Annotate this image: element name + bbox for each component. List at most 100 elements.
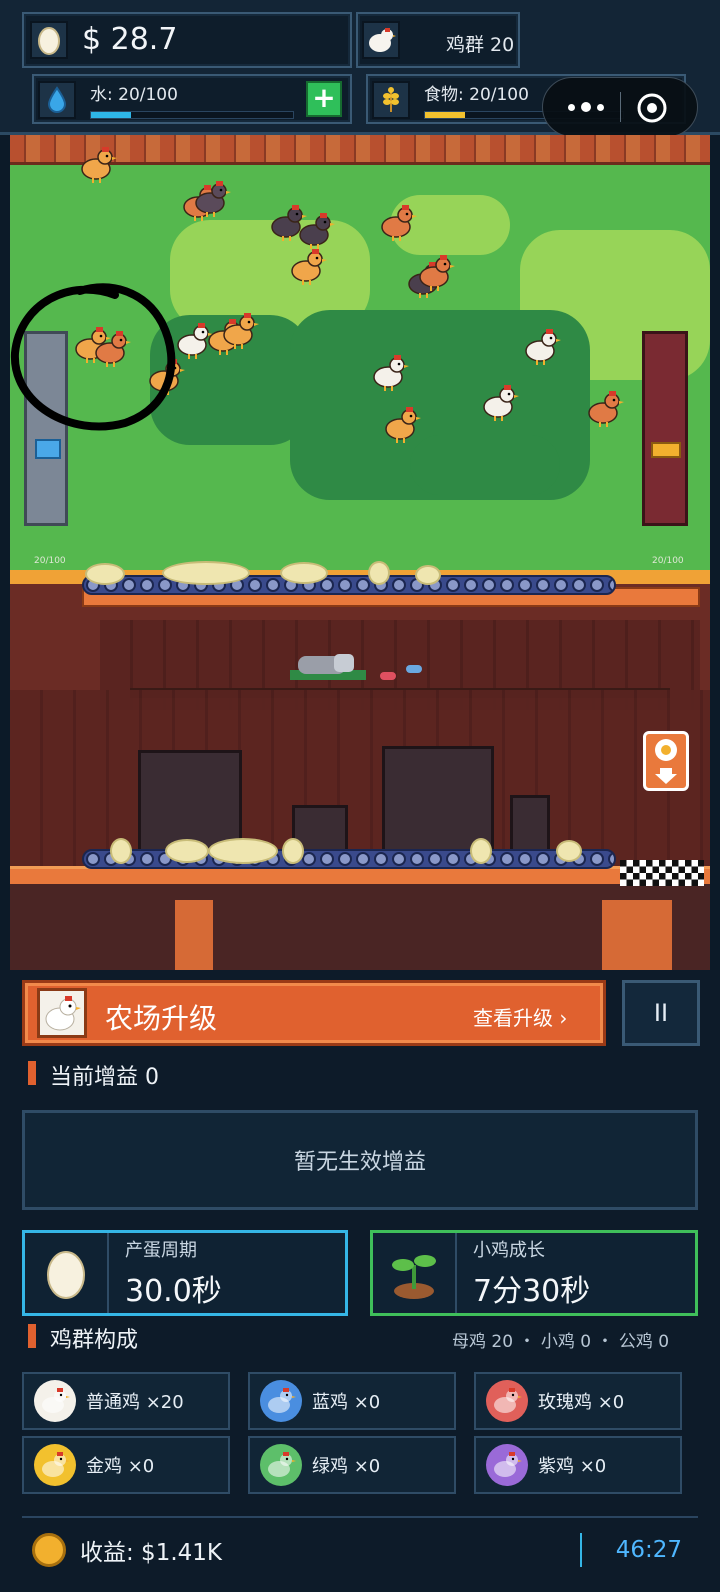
egg-collect-button[interactable]: [643, 731, 689, 791]
breed-card[interactable]: 普通鸡 ×20: [22, 1372, 230, 1430]
belt-roller: [500, 852, 514, 866]
egg-pile: [162, 561, 250, 585]
belt-roller: [320, 852, 334, 866]
belt-roller: [356, 852, 370, 866]
capsule-divider: [620, 92, 621, 122]
water-drop-icon: [38, 81, 76, 119]
belt-roller: [122, 578, 136, 592]
breed-chicken-icon: [486, 1444, 528, 1486]
add-water-button[interactable]: +: [306, 81, 342, 117]
water-tank-text: 20/100: [34, 556, 66, 566]
upgrade-chicken-icon: [37, 988, 87, 1038]
farm-scene[interactable]: 20/100 20/100: [10, 135, 710, 970]
belt-roller: [572, 578, 586, 592]
session-timer: 46:27: [615, 1537, 682, 1563]
food-label: 食物: 20/100: [424, 85, 529, 105]
belt-roller: [266, 578, 280, 592]
belt-roller: [140, 578, 154, 592]
chick-growth-value: 7分30秒: [473, 1274, 591, 1309]
finish-flag: [620, 860, 704, 886]
egg-cycle-card: 产蛋周期 30.0秒: [22, 1230, 348, 1316]
gold-coin-icon: [32, 1533, 66, 1567]
egg-cycle-label: 产蛋周期: [125, 1240, 197, 1261]
belt-roller: [140, 852, 154, 866]
belt-roller: [500, 578, 514, 592]
farm-upgrade-title: 农场升级: [105, 1002, 218, 1035]
chicken-sprite[interactable]: [220, 311, 260, 349]
water-bar-fill: [91, 112, 132, 118]
food-bar-fill: [425, 112, 465, 118]
chicken-sprite[interactable]: [585, 389, 625, 427]
belt-roller: [536, 578, 550, 592]
egg-pile: [415, 565, 441, 585]
income-footer: 收益: $1.41K 46:27: [22, 1516, 698, 1582]
chicken-sprite[interactable]: [288, 247, 328, 285]
section-marker: [28, 1061, 36, 1085]
breed-label: 普通鸡 ×20: [86, 1392, 184, 1413]
breed-card[interactable]: 绿鸡 ×0: [248, 1436, 456, 1494]
chicken-icon: [362, 21, 400, 59]
chicken-sprite[interactable]: [370, 353, 410, 391]
breed-card[interactable]: 紫鸡 ×0: [474, 1436, 682, 1494]
belt-roller: [338, 852, 352, 866]
view-upgrade-link[interactable]: 查看升级 ›: [473, 1002, 567, 1031]
breed-label: 玫瑰鸡 ×0: [538, 1392, 625, 1413]
current-buffs-title: 当前增益 0: [50, 1065, 159, 1090]
belt-roller: [428, 852, 442, 866]
flock-count: 鸡群 20: [446, 34, 515, 56]
egg-pile: [165, 839, 209, 863]
chicken-sprite[interactable]: [296, 211, 336, 249]
breed-card[interactable]: 蓝鸡 ×0: [248, 1372, 456, 1430]
buffs-empty-box: 暂无生效增益: [22, 1110, 698, 1210]
money-value: $ 28.7: [82, 22, 178, 57]
pause-button[interactable]: II: [622, 980, 700, 1046]
sprout-icon: [392, 1255, 436, 1299]
belt-roller: [338, 578, 352, 592]
water-label: 水: 20/100: [90, 85, 178, 105]
chick-growth-icon-cell: [373, 1233, 457, 1313]
chicken-sprite[interactable]: [480, 383, 520, 421]
breed-chicken-icon: [486, 1380, 528, 1422]
breed-label: 紫鸡 ×0: [538, 1456, 607, 1477]
egg-cycle-value: 30.0秒: [125, 1274, 222, 1309]
close-target-icon[interactable]: [635, 91, 669, 125]
chick-growth-card: 小鸡成长 7分30秒: [370, 1230, 698, 1316]
food-feeder[interactable]: [642, 331, 688, 526]
sleeping-cat: [290, 652, 366, 680]
chicken-sprite[interactable]: [416, 253, 456, 291]
belt-roller: [482, 578, 496, 592]
belt-roller: [392, 578, 406, 592]
chicken-sprite[interactable]: [382, 405, 422, 443]
chicken-sprite[interactable]: [78, 145, 118, 183]
breed-card[interactable]: 玫瑰鸡 ×0: [474, 1372, 682, 1430]
belt-roller: [554, 578, 568, 592]
breed-label: 绿鸡 ×0: [312, 1456, 381, 1477]
egg-pile: [280, 562, 328, 584]
mini-program-capsule: [542, 77, 698, 137]
belt-roller: [86, 852, 100, 866]
egg-pile: [110, 838, 132, 864]
breed-card[interactable]: 金鸡 ×0: [22, 1436, 230, 1494]
farm-upgrade-banner[interactable]: 农场升级 查看升级 ›: [22, 980, 606, 1046]
belt-roller: [518, 852, 532, 866]
breed-chicken-icon: [260, 1444, 302, 1486]
chicken-sprite[interactable]: [192, 179, 232, 217]
flock-panel: 鸡群 20: [356, 12, 520, 68]
circle-annotation: [10, 283, 176, 431]
breed-label: 金鸡 ×0: [86, 1456, 155, 1477]
breed-label: 蓝鸡 ×0: [312, 1392, 381, 1413]
egg-pile: [556, 840, 582, 862]
money-panel: $ 28.7: [22, 12, 352, 68]
breed-chicken-icon: [34, 1444, 76, 1486]
egg-pile: [368, 561, 390, 585]
chicken-sprite[interactable]: [522, 327, 562, 365]
belt-roller: [590, 852, 604, 866]
top-conveyor-belt: [82, 575, 616, 595]
chicken-sprite[interactable]: [378, 203, 418, 241]
section-marker: [28, 1324, 36, 1348]
egg-pile: [282, 838, 304, 864]
more-icon[interactable]: [557, 92, 615, 122]
egg-pile: [85, 563, 125, 585]
wheat-icon: [372, 81, 410, 119]
belt-roller: [446, 578, 460, 592]
